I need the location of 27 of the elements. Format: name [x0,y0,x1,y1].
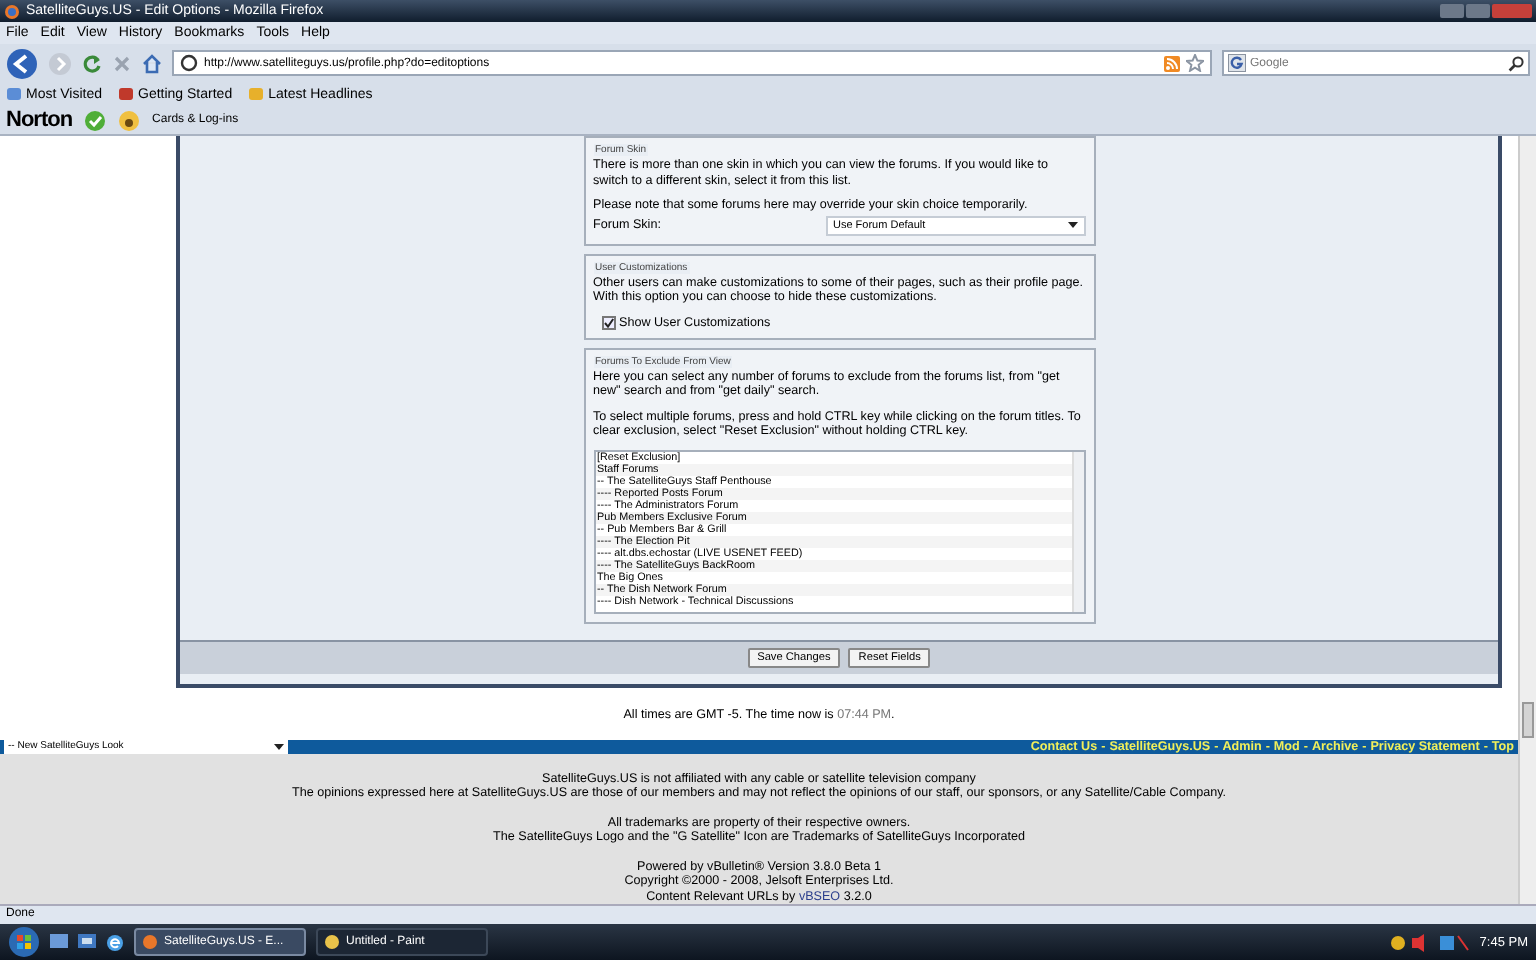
search-engine-icon[interactable] [1228,54,1246,72]
search-icon[interactable] [1508,55,1524,71]
checkbox[interactable] [601,315,615,329]
tray-icons-drawing[interactable] [1389,933,1470,951]
window-switch-icon[interactable] [78,934,96,950]
star-icon[interactable] [1186,54,1204,72]
back-icon[interactable] [6,47,38,79]
check-icon [603,317,613,327]
desktop-icon[interactable] [50,934,68,950]
dropdown-arrow-icon [274,743,284,749]
scroll-thumb[interactable] [1522,702,1534,738]
home-icon[interactable] [142,53,162,73]
rss-icon[interactable] [1164,55,1180,71]
globe-icon [142,934,158,950]
norton-menu[interactable]: Norton [6,108,73,132]
reload-icon[interactable] [82,53,102,73]
paint-icon [324,934,340,950]
dropdown-arrow-icon [1067,222,1077,228]
browser-icon[interactable] [106,933,124,951]
page-scrollbar[interactable] [1518,136,1536,904]
smiley-icon[interactable] [118,109,141,131]
globe-icon [4,3,20,19]
list-scrollbar[interactable] [1071,451,1083,611]
checkmark-icon[interactable] [84,109,107,131]
forum-listbox[interactable] [593,449,1085,613]
start-orb-icon[interactable] [8,926,40,958]
site-icon [180,54,198,72]
